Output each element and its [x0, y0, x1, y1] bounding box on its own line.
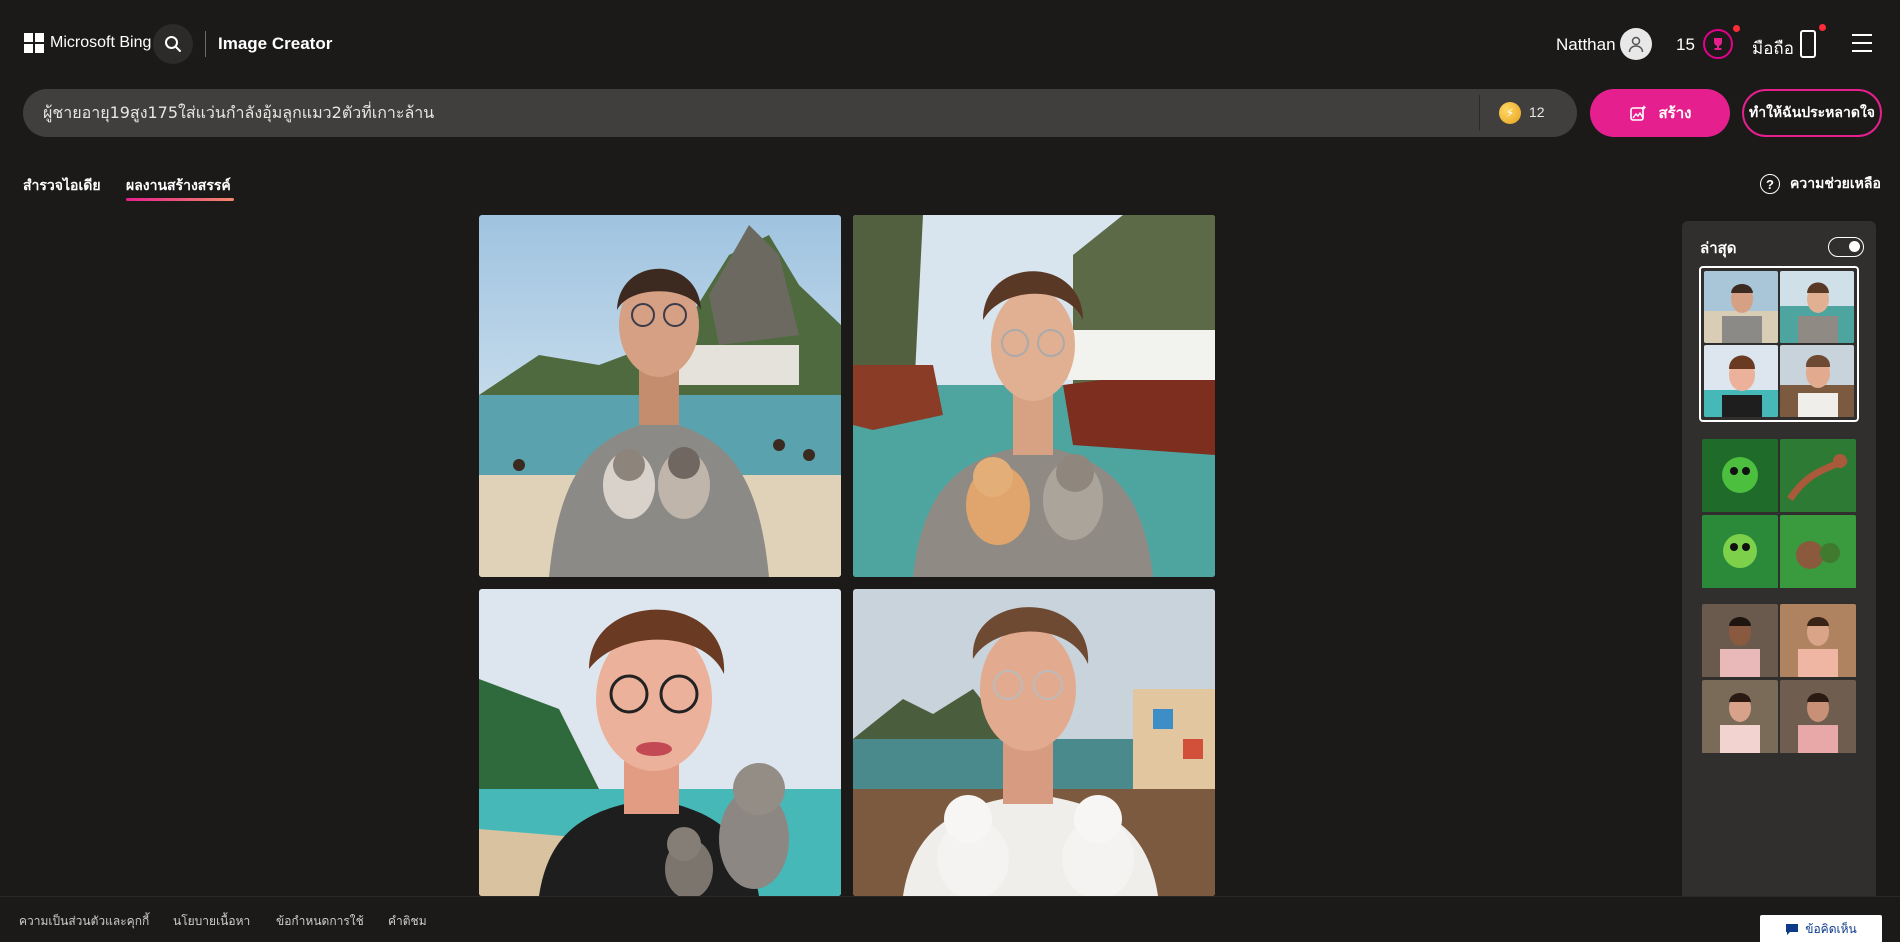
app-title[interactable]: Image Creator [218, 34, 332, 54]
recent-thumb [1702, 604, 1778, 678]
search-icon [165, 36, 181, 52]
recent-thumb [1704, 345, 1778, 417]
footer-link-privacy[interactable]: ความเป็นส่วนตัวและคุกกี้ [19, 912, 149, 931]
user-name[interactable]: Natthan [1556, 35, 1616, 55]
recent-thumb [1780, 271, 1854, 343]
microsoft-logo-icon [24, 33, 44, 53]
phone-icon[interactable] [1800, 30, 1816, 58]
recent-thumb [1702, 680, 1778, 754]
recent-thumb [1702, 515, 1778, 589]
header-divider [205, 31, 206, 57]
boost-count[interactable]: 12 [1529, 104, 1545, 120]
recent-thumb [1780, 604, 1856, 678]
top-header: Microsoft Bing Image Creator Natthan 15 … [0, 0, 1900, 88]
tab-explore-ideas[interactable]: สำรวจไอเดีย [23, 175, 101, 197]
generated-image-2[interactable] [853, 215, 1215, 577]
active-tab-indicator [126, 198, 234, 201]
recent-thumb [1780, 345, 1854, 417]
rewards-trophy-icon[interactable] [1703, 29, 1733, 59]
recent-thumb [1702, 439, 1778, 513]
recent-set-3[interactable] [1699, 601, 1859, 757]
generated-image-1[interactable] [479, 215, 841, 577]
recent-set-1[interactable] [1699, 266, 1859, 422]
mobile-label[interactable]: มือถือ [1752, 35, 1794, 62]
rewards-notification-dot [1733, 25, 1740, 32]
boost-coin-icon[interactable]: ⚡ [1499, 102, 1521, 124]
bing-logo[interactable]: Microsoft Bing [24, 33, 151, 53]
footer-link-feedback[interactable]: คำติชม [388, 912, 427, 931]
help-icon: ? [1760, 174, 1780, 194]
recent-thumb [1780, 680, 1856, 754]
prompt-input[interactable] [43, 89, 1483, 137]
image-sparkle-icon [1629, 105, 1647, 121]
hamburger-menu-icon[interactable] [1852, 34, 1872, 52]
recent-thumb [1704, 271, 1778, 343]
recent-set-2[interactable] [1699, 436, 1859, 592]
create-button[interactable]: สร้าง [1590, 89, 1730, 137]
mobile-notification-dot [1819, 24, 1826, 31]
help-label: ความช่วยเหลือ [1790, 175, 1881, 191]
recent-thumb [1780, 515, 1856, 589]
footer-link-content-policy[interactable]: นโยบายเนื้อหา [173, 912, 250, 931]
recent-panel-title: ล่าสุด [1700, 240, 1737, 257]
brand-label: Microsoft Bing [50, 34, 152, 51]
feedback-label: ข้อคิดเห็น [1805, 921, 1857, 936]
user-icon [1628, 36, 1644, 53]
prompt-bar: ⚡ 12 [23, 89, 1577, 137]
generated-image-3[interactable] [479, 589, 841, 896]
help-link[interactable]: ? ความช่วยเหลือ [1760, 173, 1881, 195]
reward-count[interactable]: 15 [1676, 35, 1695, 55]
avatar[interactable] [1620, 28, 1652, 60]
recent-panel: ล่าสุด [1682, 221, 1876, 901]
tab-creations[interactable]: ผลงานสร้างสรรค์ [126, 175, 231, 197]
generated-image-4[interactable] [853, 589, 1215, 896]
recent-thumb [1780, 439, 1856, 513]
footer: ความเป็นส่วนตัวและคุกกี้ นโยบายเนื้อหา ข… [0, 896, 1900, 942]
surprise-me-button[interactable]: ทำให้ฉันประหลาดใจ [1742, 89, 1882, 137]
prompt-separator [1479, 95, 1480, 131]
search-button[interactable] [153, 24, 193, 64]
feedback-button[interactable]: ข้อคิดเห็น [1760, 915, 1882, 942]
recent-toggle[interactable] [1828, 237, 1864, 257]
create-button-label: สร้าง [1658, 105, 1692, 122]
footer-link-terms[interactable]: ข้อกำหนดการใช้ [276, 912, 364, 931]
chat-bubble-icon [1786, 923, 1799, 935]
